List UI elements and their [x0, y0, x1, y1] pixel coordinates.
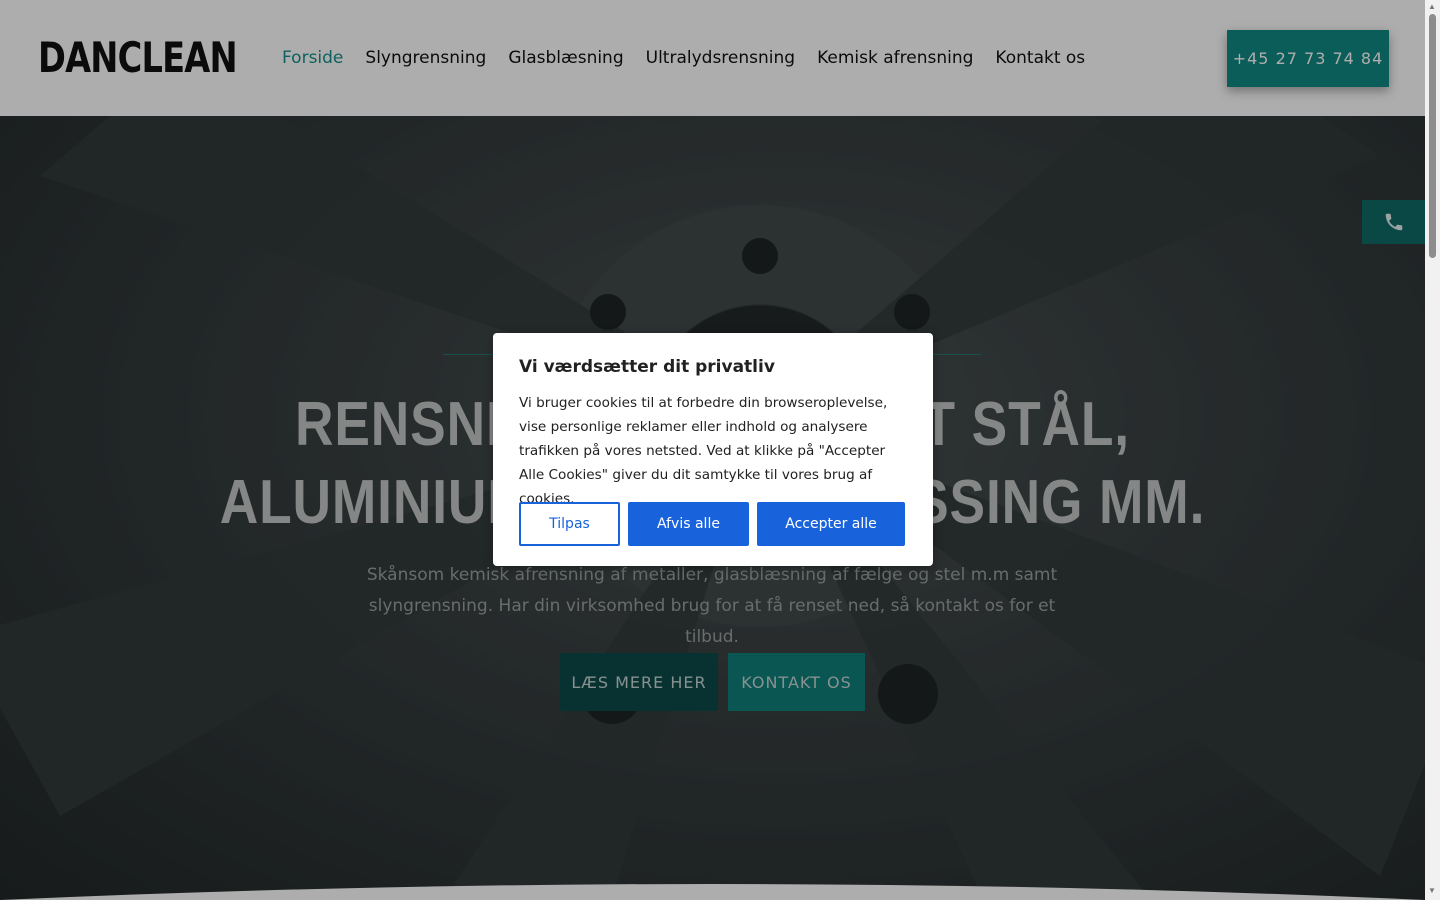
cookie-reject-all-button[interactable]: Afvis alle: [628, 502, 749, 546]
cookie-modal-title: Vi værdsætter dit privatliv: [519, 357, 775, 377]
cookie-modal-text: Vi bruger cookies til at forbedre din br…: [519, 395, 888, 507]
page-scrollbar[interactable]: ▲ ▼: [1425, 0, 1440, 900]
scroll-up-arrow-icon[interactable]: ▲: [1428, 3, 1436, 11]
cookie-modal-actions: Tilpas Afvis alle Accepter alle: [519, 502, 905, 546]
cookie-consent-modal: Vi værdsætter dit privatliv Vi bruger co…: [493, 333, 933, 566]
scroll-thumb[interactable]: [1429, 14, 1436, 258]
cookie-accept-all-button[interactable]: Accepter alle: [757, 502, 905, 546]
cookie-customize-button[interactable]: Tilpas: [519, 502, 620, 546]
scroll-down-arrow-icon[interactable]: ▼: [1428, 887, 1436, 895]
